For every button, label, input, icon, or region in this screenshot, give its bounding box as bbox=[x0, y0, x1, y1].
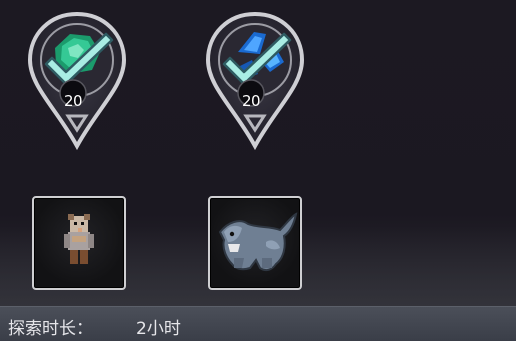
reward-item-blue-gem[interactable]: 20 bbox=[200, 8, 310, 158]
reward-item-green-gem[interactable]: 20 bbox=[22, 8, 132, 158]
reward-count-badge: 20 bbox=[63, 92, 83, 110]
monster-slot-panther[interactable] bbox=[208, 196, 302, 290]
map-pin-icon bbox=[205, 11, 305, 151]
reward-count-badge: 20 bbox=[241, 92, 261, 110]
bear-warrior-icon bbox=[64, 214, 94, 264]
monster-slot-bear-warrior[interactable] bbox=[32, 196, 126, 290]
exploration-duration-value: 2小时 bbox=[136, 319, 181, 339]
exploration-duration-bar: 探索时长： 2小时 bbox=[0, 306, 516, 341]
map-pin-icon bbox=[27, 11, 127, 151]
panther-icon bbox=[218, 212, 298, 272]
exploration-duration-label: 探索时长： bbox=[8, 319, 93, 339]
